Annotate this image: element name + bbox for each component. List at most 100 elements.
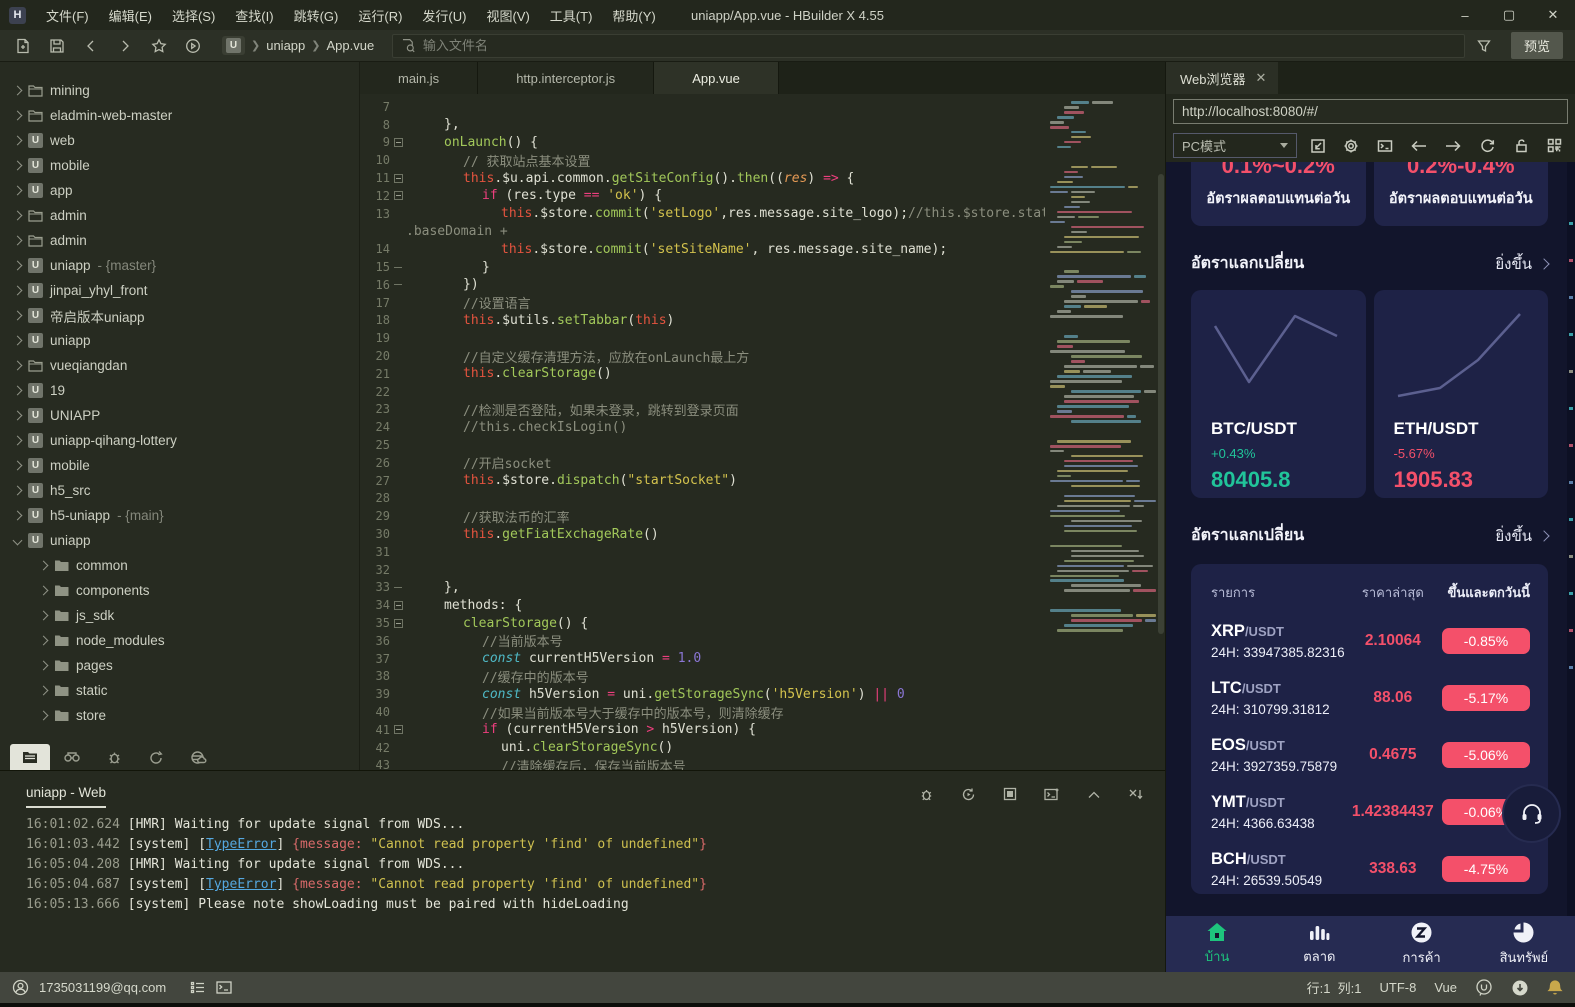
menu-跳转[interactable]: 跳转(G) (284, 0, 349, 30)
error-link[interactable]: TypeError (206, 837, 276, 852)
run-button[interactable] (178, 33, 208, 59)
refresh-icon[interactable] (1474, 133, 1500, 159)
tree-item-static[interactable]: static (0, 678, 359, 703)
promo-card[interactable]: 0.1%~0.2% อัตราผลตอบแทนต่อวัน (1191, 162, 1366, 226)
collapse-panel-icon[interactable] (1079, 781, 1109, 807)
account-email[interactable]: 1735031199@qq.com (39, 980, 166, 995)
browser-tab[interactable]: Web浏览器 ✕ (1166, 62, 1278, 94)
tree-item-mining[interactable]: mining (0, 78, 359, 103)
tree-item-js_sdk[interactable]: js_sdk (0, 603, 359, 628)
tree-item-eladmin-web-master[interactable]: eladmin-web-master (0, 103, 359, 128)
tree-item-19[interactable]: U19 (0, 378, 359, 403)
files-panel-tab[interactable] (10, 744, 50, 770)
preview-button[interactable]: 预览 (1511, 32, 1563, 59)
editor-tab-http.interceptor.js[interactable]: http.interceptor.js (478, 62, 654, 94)
nav-item-บ้าน[interactable]: บ้าน (1166, 916, 1268, 972)
close-button[interactable]: ✕ (1531, 0, 1575, 30)
restart-icon[interactable] (953, 781, 983, 807)
stop-icon[interactable] (995, 781, 1025, 807)
console-tab[interactable]: uniapp - Web (26, 785, 106, 808)
section-more-link[interactable]: ยิ่งขึ้น (1495, 252, 1548, 276)
filter-funnel-icon[interactable] (1469, 33, 1499, 59)
forward-arrow-icon[interactable] (1440, 133, 1466, 159)
menu-视图[interactable]: 视图(V) (476, 0, 539, 30)
qrcode-icon[interactable] (1542, 133, 1568, 159)
file-search-box[interactable] (392, 34, 1465, 58)
file-search-input[interactable] (423, 38, 1456, 53)
debug-icon[interactable] (911, 781, 941, 807)
console-output[interactable]: 16:01:02.624 [HMR] Waiting for update si… (0, 811, 1165, 972)
nav-item-สินทรัพย์[interactable]: สินทรัพย์ (1473, 916, 1575, 972)
tree-item-pages[interactable]: pages (0, 653, 359, 678)
menu-发行[interactable]: 发行(U) (412, 0, 476, 30)
url-input[interactable]: http://localhost:8080/#/ (1173, 99, 1568, 124)
unlock-icon[interactable] (1508, 133, 1534, 159)
breadcrumb-project[interactable]: uniapp (266, 38, 305, 53)
coin-row-YMT[interactable]: YMT/USDT24H: 4366.634381.42384437-0.06% (1211, 793, 1530, 831)
tree-item-uniapp-qihang-lottery[interactable]: Uuniapp-qihang-lottery (0, 428, 359, 453)
editor-scrollbar[interactable] (1158, 174, 1164, 634)
menu-帮助[interactable]: 帮助(Y) (602, 0, 665, 30)
section-more-link[interactable]: ยิ่งขึ้น (1495, 524, 1548, 548)
tree-item-vueqiangdan[interactable]: vueqiangdan (0, 353, 359, 378)
navigate-forward-button[interactable] (110, 33, 140, 59)
browser-tab-close-icon[interactable]: ✕ (1256, 70, 1267, 86)
new-terminal-icon[interactable] (1037, 781, 1067, 807)
tree-item-jinpai_yhyl_front[interactable]: Ujinpai_yhyl_front (0, 278, 359, 303)
nav-item-การค้า[interactable]: การค้า (1371, 916, 1473, 972)
menu-查找[interactable]: 查找(I) (225, 0, 283, 30)
error-link[interactable]: TypeError (206, 877, 276, 892)
cloud-panel-tab[interactable] (178, 744, 218, 770)
terminal-icon[interactable] (216, 981, 232, 994)
file-type[interactable]: Vue (1434, 980, 1457, 995)
tree-item-app[interactable]: Uapp (0, 178, 359, 203)
breadcrumb-file[interactable]: App.vue (326, 38, 374, 53)
console-icon[interactable] (1372, 133, 1398, 159)
minimap[interactable] (1050, 96, 1156, 770)
coin-row-XRP[interactable]: XRP/USDT24H: 33947385.823162.10064-0.85% (1211, 622, 1530, 660)
search-panel-tab[interactable] (52, 744, 92, 770)
code-area[interactable]: 78},9onLaunch() {10// 获取站点基本设置11this.$u.… (360, 94, 1165, 770)
browser-scrollbar[interactable] (1567, 162, 1575, 916)
tree-item-UNIAPP[interactable]: UUNIAPP (0, 403, 359, 428)
tree-item-node_modules[interactable]: node_modules (0, 628, 359, 653)
editor-tab-App.vue[interactable]: App.vue (654, 62, 779, 94)
nav-item-ตลาด[interactable]: ตลาด (1268, 916, 1370, 972)
tree-item-web[interactable]: Uweb (0, 128, 359, 153)
menu-选择[interactable]: 选择(S) (162, 0, 225, 30)
ticker-card-eth[interactable]: ETH/USDT -5.67% 1905.83 (1374, 290, 1549, 498)
tree-item-store[interactable]: store (0, 703, 359, 728)
maximize-button[interactable]: ▢ (1487, 0, 1531, 30)
tree-item-common[interactable]: common (0, 553, 359, 578)
back-arrow-icon[interactable] (1406, 133, 1432, 159)
device-mode-select[interactable]: PC模式 (1173, 133, 1297, 158)
tree-item-mobile[interactable]: Umobile (0, 153, 359, 178)
ticker-card-btc[interactable]: BTC/USDT +0.43% 80405.8 (1191, 290, 1366, 498)
tree-item-admin[interactable]: admin (0, 203, 359, 228)
tree-item-uniapp[interactable]: Uuniapp (0, 328, 359, 353)
menu-编辑[interactable]: 编辑(E) (99, 0, 162, 30)
clear-console-icon[interactable] (1121, 781, 1151, 807)
coin-row-BCH[interactable]: BCH/USDT24H: 26539.50549338.63-4.75% (1211, 850, 1530, 888)
debug-panel-tab[interactable] (94, 744, 134, 770)
tree-item-components[interactable]: components (0, 578, 359, 603)
tree-item-uniapp[interactable]: Uuniapp (0, 528, 359, 553)
notification-bell-icon[interactable] (1547, 979, 1563, 996)
promo-card[interactable]: 0.2%-0.4% อัตราผลตอบแทนต่อวัน (1374, 162, 1549, 226)
tree-item-mobile[interactable]: Umobile (0, 453, 359, 478)
outline-list-icon[interactable] (190, 981, 206, 994)
account-icon[interactable] (12, 979, 29, 996)
settings-gear-icon[interactable] (1338, 133, 1364, 159)
tree-item-h5-uniapp[interactable]: Uh5-uniapp - {main} (0, 503, 359, 528)
sync-panel-tab[interactable] (136, 744, 176, 770)
menu-文件[interactable]: 文件(F) (36, 0, 99, 30)
tree-item-帝启版本uniapp[interactable]: U帝启版本uniapp (0, 303, 359, 328)
tree-item-uniapp[interactable]: Uuniapp - {master} (0, 253, 359, 278)
save-button[interactable] (42, 33, 72, 59)
tree-item-admin[interactable]: admin (0, 228, 359, 253)
navigate-back-button[interactable] (76, 33, 106, 59)
menu-工具[interactable]: 工具(T) (540, 0, 603, 30)
encoding[interactable]: UTF-8 (1380, 980, 1417, 995)
menu-运行[interactable]: 运行(R) (348, 0, 412, 30)
feedback-chat-icon[interactable] (1475, 979, 1493, 996)
